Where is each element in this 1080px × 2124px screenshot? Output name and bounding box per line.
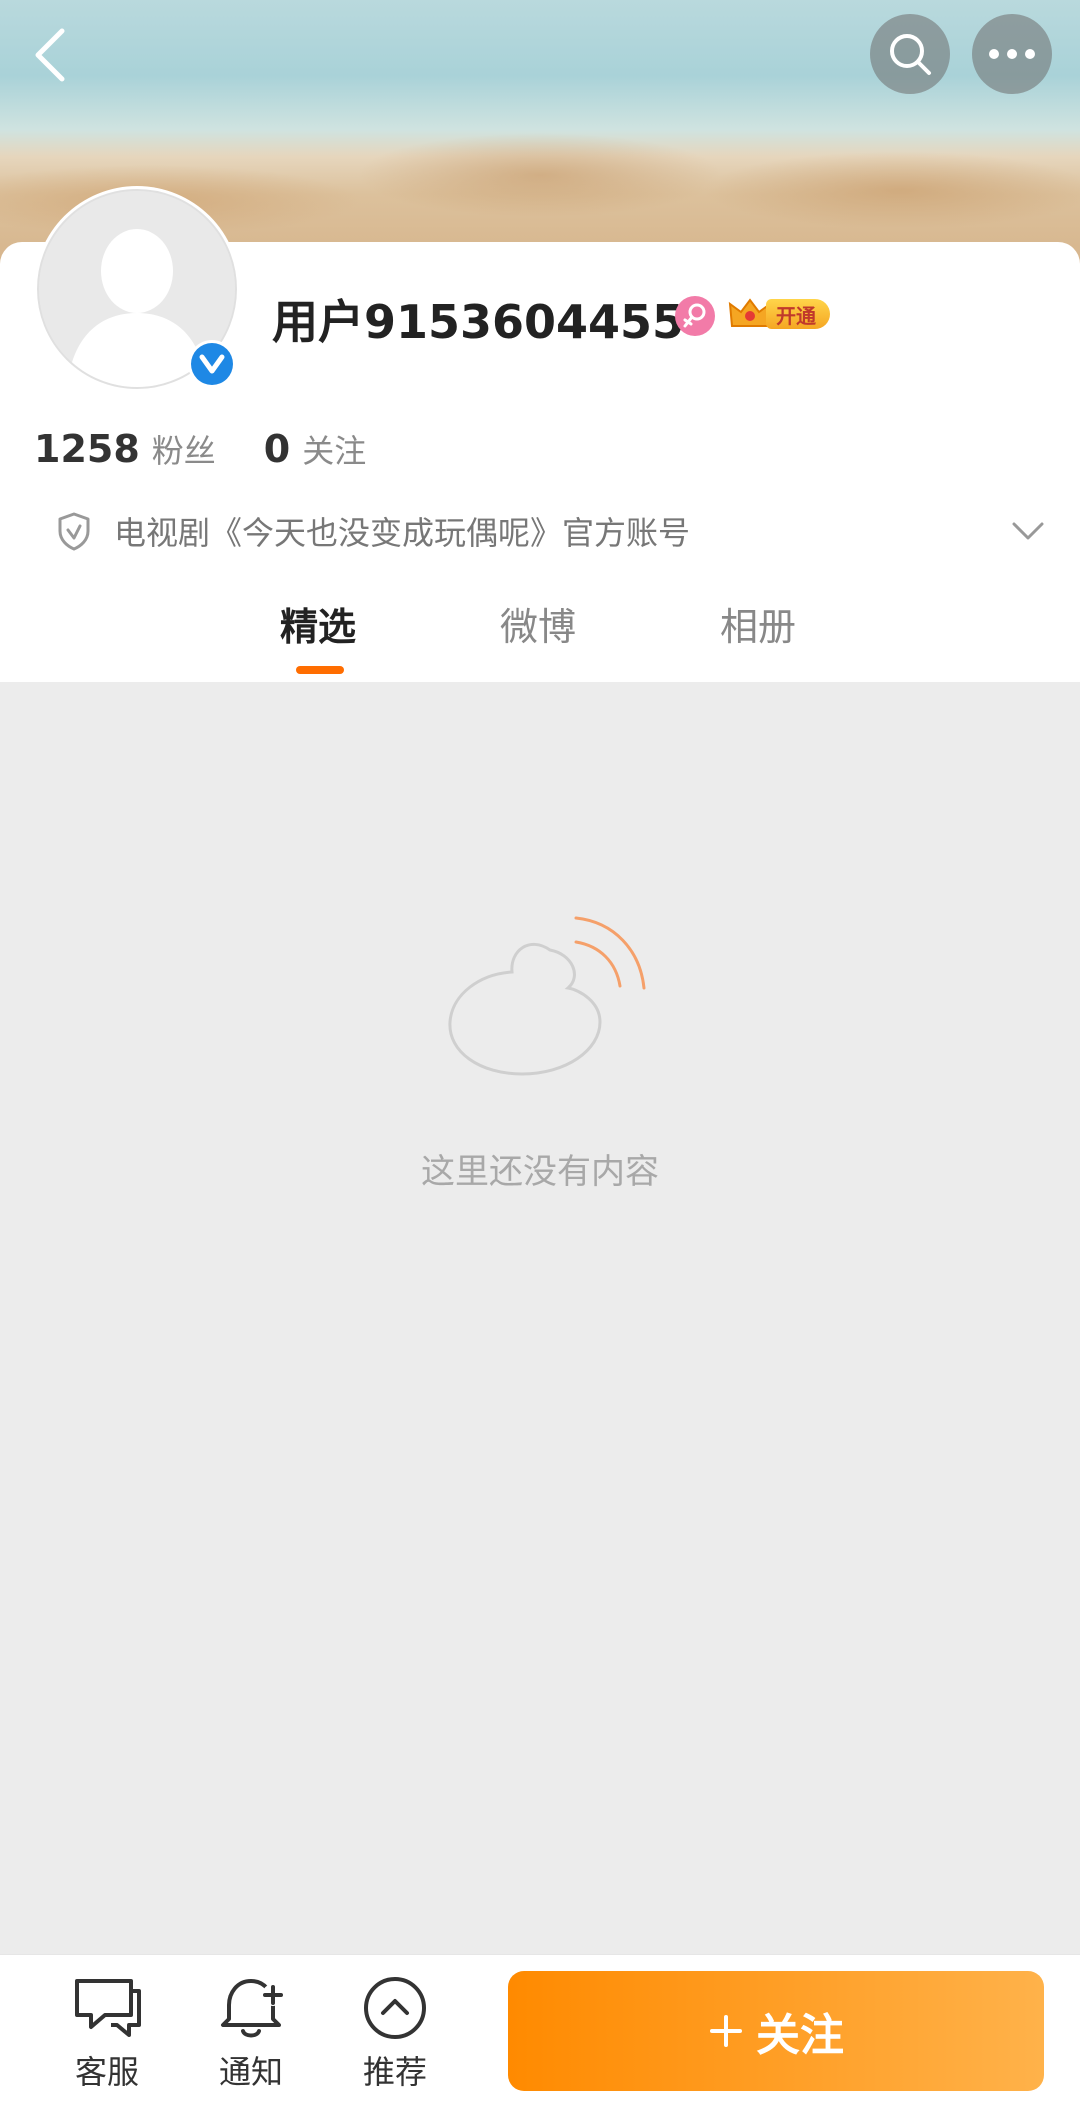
vip-open-badge[interactable]: 开通 <box>728 296 830 332</box>
customer-service-label: 客服 <box>74 2053 139 2091</box>
chevron-up-circle-icon <box>364 1977 426 2039</box>
vip-open-label: 开通 <box>766 299 830 329</box>
recommend-button[interactable]: 推荐 <box>340 1975 450 2093</box>
tab-weibo[interactable]: 微博 <box>500 596 576 651</box>
tab-featured[interactable]: 精选 <box>280 596 356 651</box>
plus-icon <box>710 2015 742 2047</box>
search-icon <box>890 34 931 75</box>
account-description: 电视剧《今天也没变成玩偶呢》官方账号 <box>114 514 691 552</box>
following-count[interactable]: 0 <box>264 427 290 471</box>
chat-icon <box>75 1979 141 2037</box>
bottom-action-bar: 客服 通知 推荐 关注 <box>0 1954 1080 2124</box>
profile-screen: 用户9153604455 开通 1258 粉丝 0 关注 电视剧《今天也没变成玩… <box>0 0 1080 2124</box>
bell-plus-icon <box>221 1979 284 2038</box>
follow-button[interactable]: 关注 <box>508 1971 1044 2091</box>
chevron-down-icon[interactable] <box>1010 519 1046 543</box>
follow-button-label: 关注 <box>756 2011 844 2060</box>
verified-v-icon <box>199 354 225 374</box>
fans-label[interactable]: 粉丝 <box>152 426 216 472</box>
notification-label: 通知 <box>218 2053 283 2091</box>
active-tab-indicator <box>296 666 344 674</box>
recommend-label: 推荐 <box>362 2053 427 2091</box>
username: 用户9153604455 <box>272 295 685 349</box>
back-arrow-icon <box>35 28 65 82</box>
description-row[interactable]: 电视剧《今天也没变成玩偶呢》官方账号 <box>56 506 1046 556</box>
empty-weibo-logo-icon <box>448 916 646 1076</box>
more-dots-icon <box>989 49 1035 59</box>
notification-button[interactable]: 通知 <box>196 1975 306 2093</box>
customer-service-button[interactable]: 客服 <box>52 1975 162 2093</box>
fans-count[interactable]: 1258 <box>34 427 140 471</box>
profile-stats: 1258 粉丝 0 关注 <box>34 426 366 472</box>
shield-check-icon <box>58 512 90 551</box>
tab-album[interactable]: 相册 <box>720 596 796 651</box>
more-button[interactable] <box>972 14 1052 94</box>
verified-badge <box>188 340 236 388</box>
female-gender-icon <box>675 296 715 336</box>
empty-state-message: 这里还没有内容 <box>421 1152 659 1192</box>
profile-tabs: 精选 微博 相册 <box>0 596 1080 682</box>
back-button[interactable] <box>22 22 78 88</box>
search-button[interactable] <box>870 14 950 94</box>
following-label[interactable]: 关注 <box>302 426 366 472</box>
